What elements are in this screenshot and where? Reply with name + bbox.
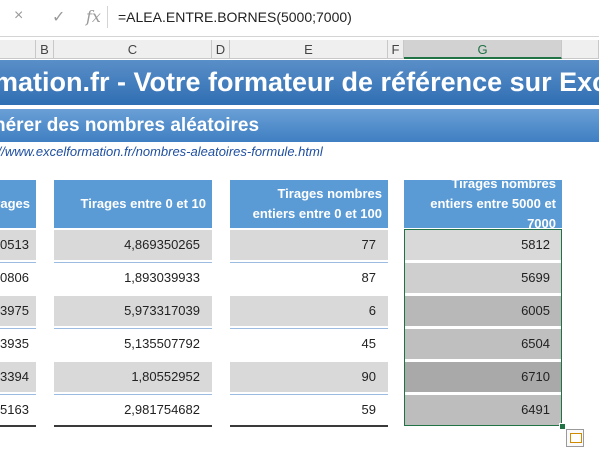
row-divider [230, 328, 388, 329]
column-header-d[interactable]: D [212, 40, 230, 59]
table-cell[interactable]: 6710 [404, 362, 562, 392]
column-header-e[interactable]: E [230, 40, 388, 59]
table-cell[interactable]: 1,893039933 [54, 263, 212, 293]
page-subtitle: nérer des nombres aléatoires [0, 115, 260, 136]
formula-input[interactable]: =ALEA.ENTRE.BORNES(5000;7000) [118, 9, 352, 25]
table-cell[interactable]: 6491 [404, 395, 562, 425]
table-header-col-3: Tirages nombres entiers entre 0 et 100 [230, 180, 388, 228]
column-header-h[interactable] [562, 40, 599, 59]
formula-bar: × ✓ fx =ALEA.ENTRE.BORNES(5000;7000) [0, 0, 599, 37]
row-divider [54, 394, 212, 395]
cancel-icon[interactable]: × [14, 7, 23, 25]
column-header-b[interactable]: B [36, 40, 54, 59]
table-cell[interactable]: 6005 [404, 296, 562, 326]
quick-analysis-icon[interactable] [566, 429, 584, 447]
table-cell[interactable]: 3975 [0, 296, 36, 326]
fill-handle[interactable] [559, 423, 566, 430]
fx-icon[interactable]: fx [86, 7, 101, 26]
row-divider [54, 328, 212, 329]
table-header-col-1: irages [0, 180, 36, 228]
table-cell[interactable]: 5812 [404, 230, 562, 260]
table-cell[interactable]: 45 [230, 329, 388, 359]
row-divider [0, 262, 36, 263]
table-cell[interactable]: 59 [230, 395, 388, 425]
table-cell[interactable]: 0806 [0, 263, 36, 293]
link-row: ://www.excelformation.fr/nombres-aleatoi… [0, 144, 599, 162]
column-header-g[interactable]: G [404, 40, 562, 59]
table-cell[interactable]: 1,80552952 [54, 362, 212, 392]
column-header-a[interactable] [0, 40, 36, 59]
formula-bar-separator [107, 6, 108, 28]
page-title: mation.fr - Votre formateur de référence… [0, 67, 599, 97]
row-divider [0, 328, 36, 329]
table-bottom-border [54, 425, 212, 427]
tutorial-link[interactable]: ://www.excelformation.fr/nombres-aleatoi… [0, 144, 323, 159]
table-cell[interactable]: 3935 [0, 329, 36, 359]
column-header-f[interactable]: F [388, 40, 404, 59]
table-cell[interactable]: 5,135507792 [54, 329, 212, 359]
table-header-col-4: Tirages nombres entiers entre 5000 et 70… [404, 176, 562, 231]
table-cell[interactable]: 5699 [404, 263, 562, 293]
subtitle-banner: nérer des nombres aléatoires [0, 109, 599, 142]
confirm-icon[interactable]: ✓ [52, 7, 65, 27]
row-divider [54, 262, 212, 263]
table-bottom-border [0, 425, 36, 427]
table-cell[interactable]: 2,981754682 [54, 395, 212, 425]
table-bottom-border [230, 425, 388, 427]
table-cell[interactable]: 0513 [0, 230, 36, 260]
title-banner: mation.fr - Votre formateur de référence… [0, 60, 599, 105]
table-header-col-2: Tirages entre 0 et 10 [54, 180, 212, 228]
row-divider [0, 394, 36, 395]
table-cell[interactable]: 6504 [404, 329, 562, 359]
table-cell[interactable]: 5163 [0, 395, 36, 425]
table-cell[interactable]: 5,973317039 [54, 296, 212, 326]
table-cell[interactable]: 87 [230, 263, 388, 293]
column-header-c[interactable]: C [54, 40, 212, 59]
row-divider [230, 394, 388, 395]
table-cell[interactable]: 3394 [0, 362, 36, 392]
row-divider [230, 262, 388, 263]
table-cell[interactable]: 4,869350265 [54, 230, 212, 260]
table-cell[interactable]: 77 [230, 230, 388, 260]
table-cell[interactable]: 90 [230, 362, 388, 392]
table-cell[interactable]: 6 [230, 296, 388, 326]
